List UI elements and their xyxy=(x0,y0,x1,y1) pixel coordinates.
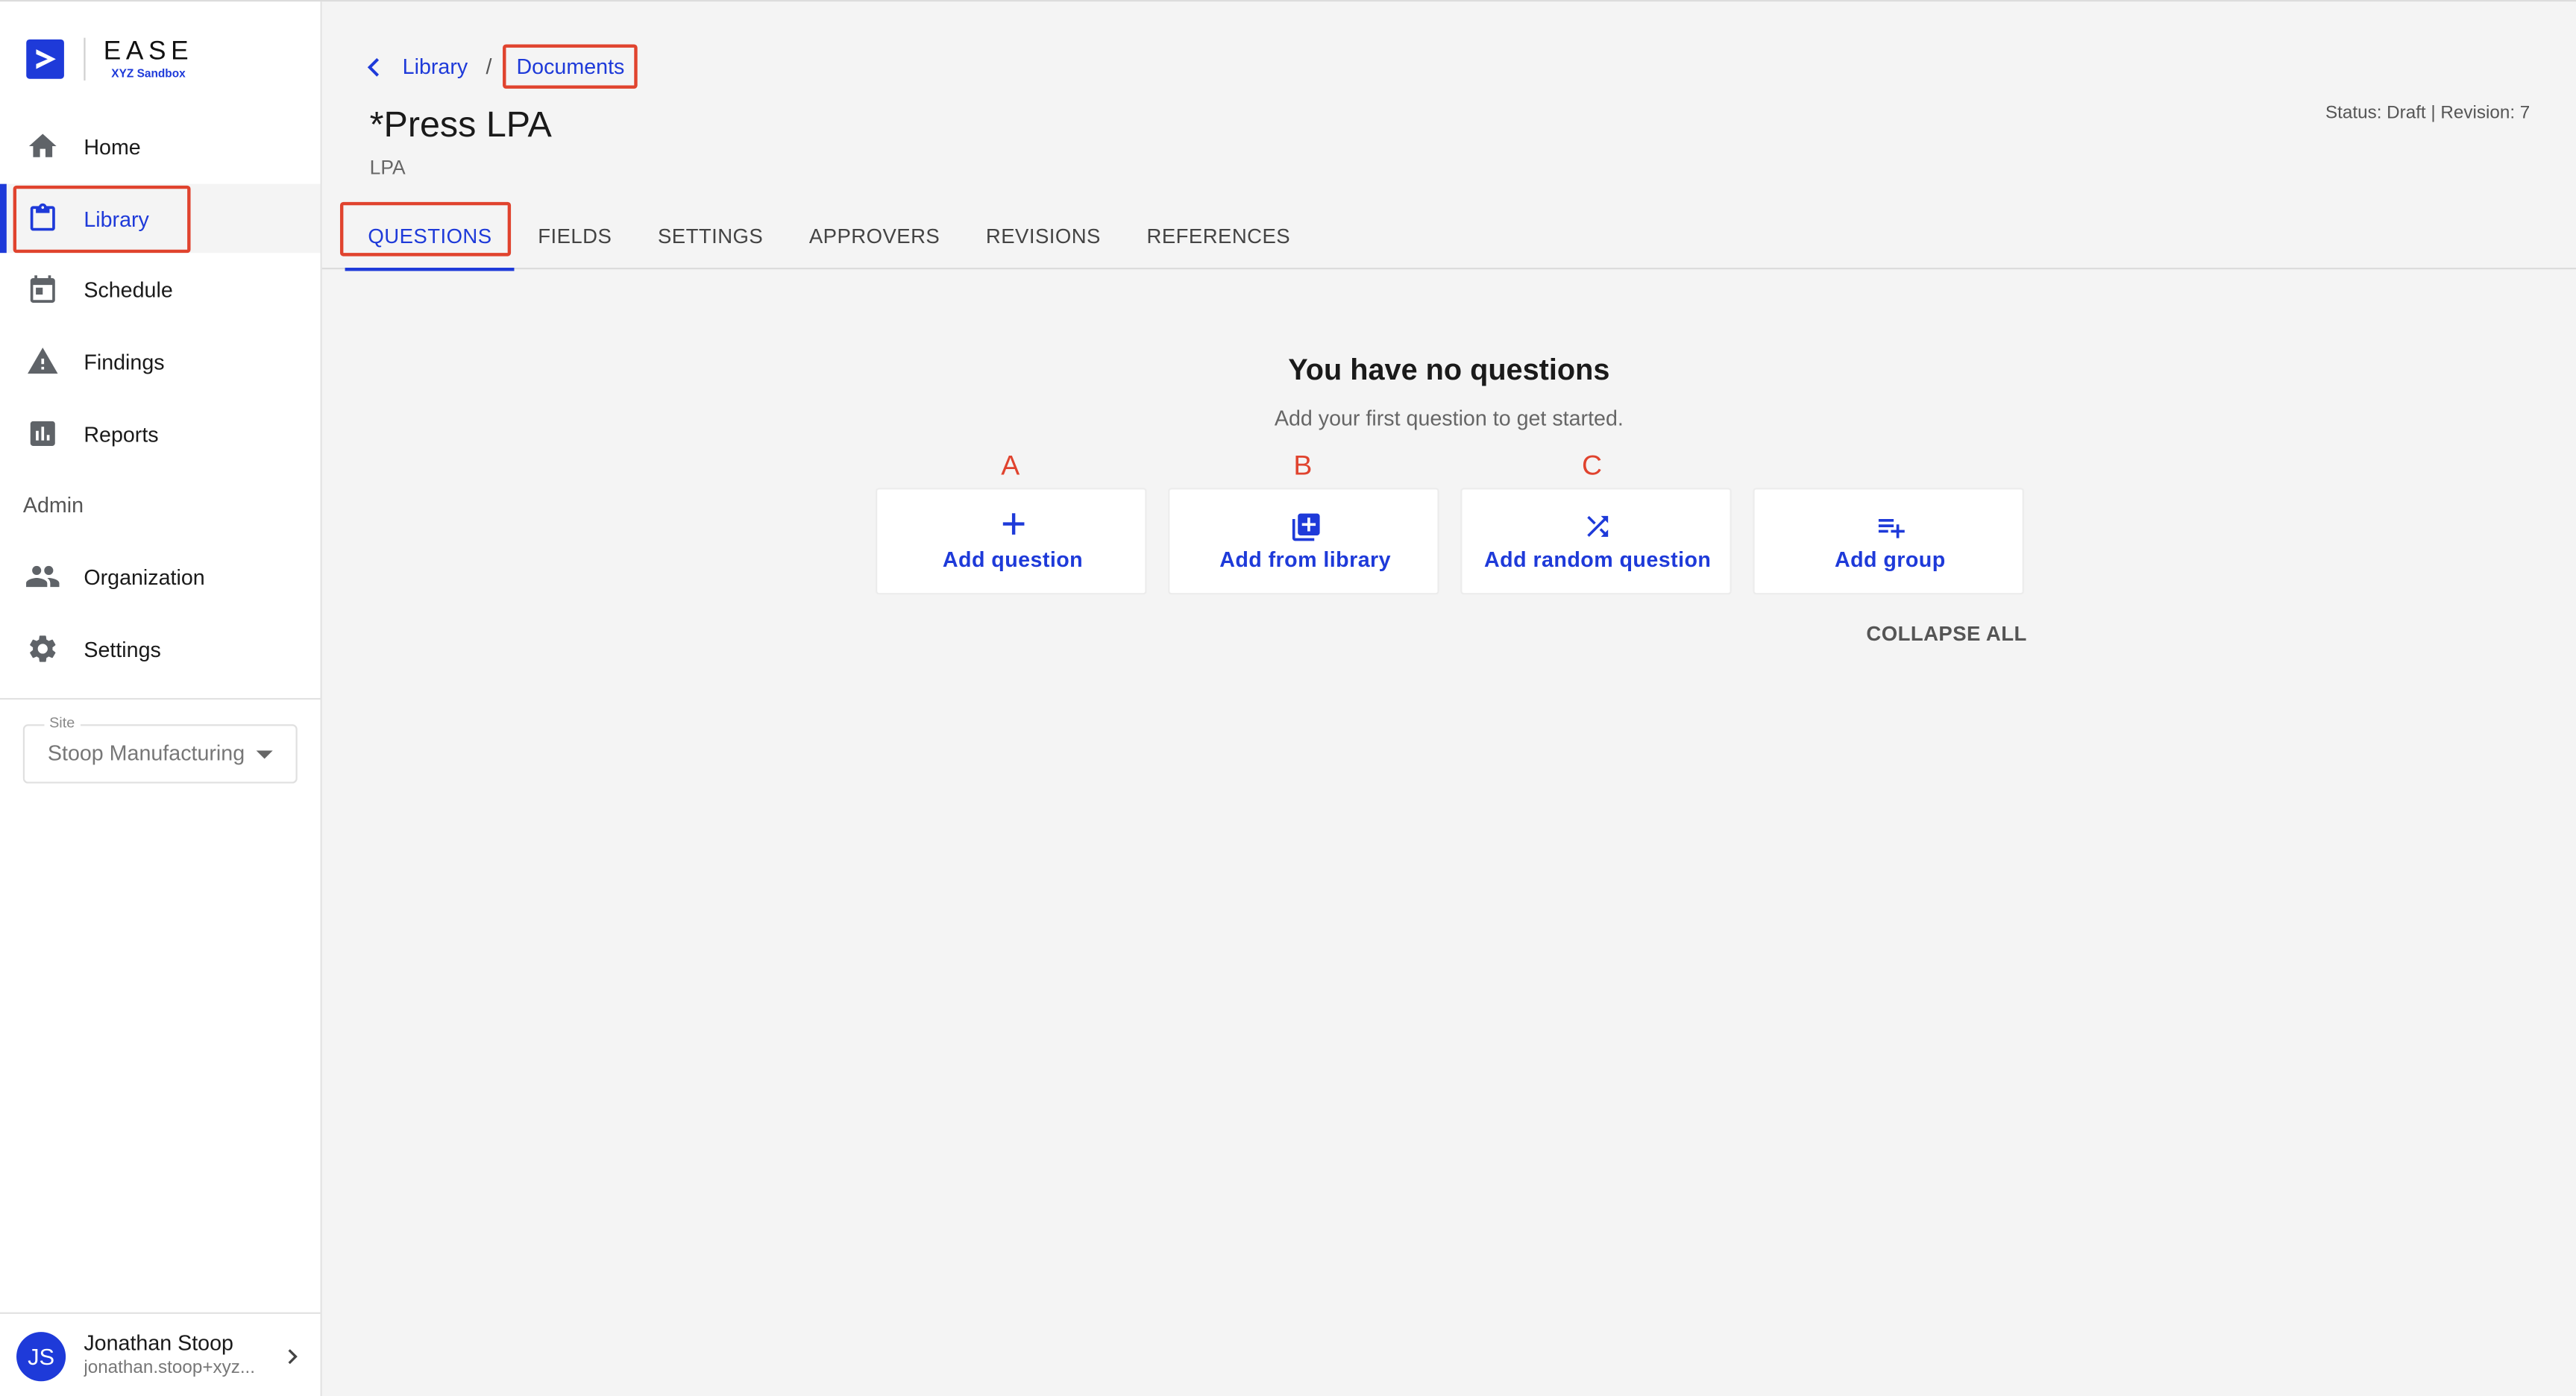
breadcrumb: Library / Documents xyxy=(365,44,638,89)
sidebar-item-label: Settings xyxy=(84,636,161,661)
sidebar-item-library[interactable]: Library xyxy=(0,183,321,254)
add-group-button[interactable]: Add group xyxy=(1753,488,2026,595)
site-select-label: Site xyxy=(44,714,80,732)
sidebar-item-findings[interactable]: Findings xyxy=(0,327,321,396)
tab-references[interactable]: REFERENCES xyxy=(1124,202,1313,269)
avatar: JS xyxy=(16,1332,66,1382)
caret-down-icon xyxy=(256,750,273,759)
sidebar-divider xyxy=(0,698,321,700)
tab-questions[interactable]: QUESTIONS xyxy=(339,201,516,271)
sidebar-item-label: Findings xyxy=(84,349,165,374)
calendar-icon xyxy=(25,271,60,306)
empty-state-subtitle: Add your first question to get started. xyxy=(1274,405,1624,431)
tab-label: FIELDS xyxy=(538,224,612,248)
breadcrumb-separator: / xyxy=(486,54,492,79)
sidebar-item-label: Organization xyxy=(84,564,205,589)
user-email: jonathan.stoop+xyz... xyxy=(84,1358,256,1378)
add-from-library-button[interactable]: Add from library xyxy=(1168,488,1440,595)
admin-section-label: Admin xyxy=(22,492,84,518)
sidebar-item-label: Reports xyxy=(84,421,159,446)
tab-label: APPROVERS xyxy=(808,224,940,248)
clipboard-icon xyxy=(25,201,60,236)
sidebar-item-schedule[interactable]: Schedule xyxy=(0,254,321,324)
sidebar-item-label: Home xyxy=(84,133,141,159)
brand-logo[interactable]: EASE XYZ Sandbox xyxy=(26,34,193,84)
page-header: Library / Documents *Press LPA LPA Statu… xyxy=(321,1,2576,271)
collapse-all-button[interactable]: COLLAPSE ALL xyxy=(1866,623,2026,646)
tab-revisions[interactable]: REVISIONS xyxy=(963,202,1124,269)
main-content: Library / Documents *Press LPA LPA Statu… xyxy=(321,1,2576,1396)
button-label: Add question xyxy=(942,547,1084,572)
sidebar-item-home[interactable]: Home xyxy=(0,112,321,181)
breadcrumb-library-link[interactable]: Library xyxy=(403,54,468,79)
tab-label: REVISIONS xyxy=(985,224,1101,248)
tab-approvers[interactable]: APPROVERS xyxy=(786,202,963,269)
plus-icon xyxy=(877,511,1148,541)
bar-chart-icon xyxy=(25,415,60,451)
annotation-marker-c: C xyxy=(1581,450,1603,482)
add-question-button[interactable]: Add question xyxy=(876,488,1148,595)
back-chevron-icon[interactable] xyxy=(365,54,391,80)
button-label: Add from library xyxy=(1219,547,1392,572)
brand-text: EASE XYZ Sandbox xyxy=(103,37,194,80)
app-window: EASE XYZ Sandbox Home Library Schedule F… xyxy=(0,0,2576,1396)
sidebar-item-reports[interactable]: Reports xyxy=(0,399,321,468)
sidebar: EASE XYZ Sandbox Home Library Schedule F… xyxy=(0,1,322,1396)
tab-label: SETTINGS xyxy=(657,224,764,248)
user-profile[interactable]: JS Jonathan Stoop jonathan.stoop+xyz... xyxy=(0,1312,321,1396)
user-name: Jonathan Stoop xyxy=(84,1330,233,1355)
gear-icon xyxy=(25,631,60,667)
site-select[interactable]: Site Stoop Manufacturing xyxy=(22,714,298,784)
empty-state-title: You have no questions xyxy=(1288,353,1610,386)
home-icon xyxy=(25,128,60,164)
page-title: *Press LPA xyxy=(369,103,552,145)
brand-name: EASE xyxy=(103,37,194,65)
page-subtitle: LPA xyxy=(369,156,406,180)
tab-fields[interactable]: FIELDS xyxy=(515,202,635,269)
tab-label: REFERENCES xyxy=(1146,224,1291,248)
sidebar-item-organization[interactable]: Organization xyxy=(0,542,321,611)
brand-mark-icon xyxy=(26,39,64,79)
tab-bar: QUESTIONS FIELDS SETTINGS APPROVERS REVI… xyxy=(339,201,1313,271)
logo-divider xyxy=(84,37,86,81)
add-random-question-button[interactable]: Add random question xyxy=(1460,488,1732,595)
button-label: Add group xyxy=(1834,547,1946,572)
workspace-name: XYZ Sandbox xyxy=(111,68,186,80)
warning-icon xyxy=(25,343,60,379)
playlist-add-icon xyxy=(1755,511,2026,541)
annotation-marker-a: A xyxy=(1001,450,1020,482)
library-add-icon xyxy=(1169,511,1440,541)
breadcrumb-documents-link[interactable]: Documents xyxy=(503,44,638,89)
button-label: Add random question xyxy=(1484,547,1712,572)
site-select-value: Stoop Manufacturing xyxy=(47,741,245,766)
sidebar-item-label: Library xyxy=(84,206,149,231)
people-icon xyxy=(25,559,60,594)
chevron-right-icon xyxy=(284,1345,301,1375)
shuffle-icon xyxy=(1462,511,1732,541)
status-revision-text: Status: Draft | Revision: 7 xyxy=(2325,103,2531,124)
annotation-marker-b: B xyxy=(1293,450,1313,482)
sidebar-item-settings[interactable]: Settings xyxy=(0,614,321,684)
tab-settings[interactable]: SETTINGS xyxy=(635,202,786,269)
sidebar-item-label: Schedule xyxy=(84,277,173,302)
tab-label: QUESTIONS xyxy=(368,224,492,248)
